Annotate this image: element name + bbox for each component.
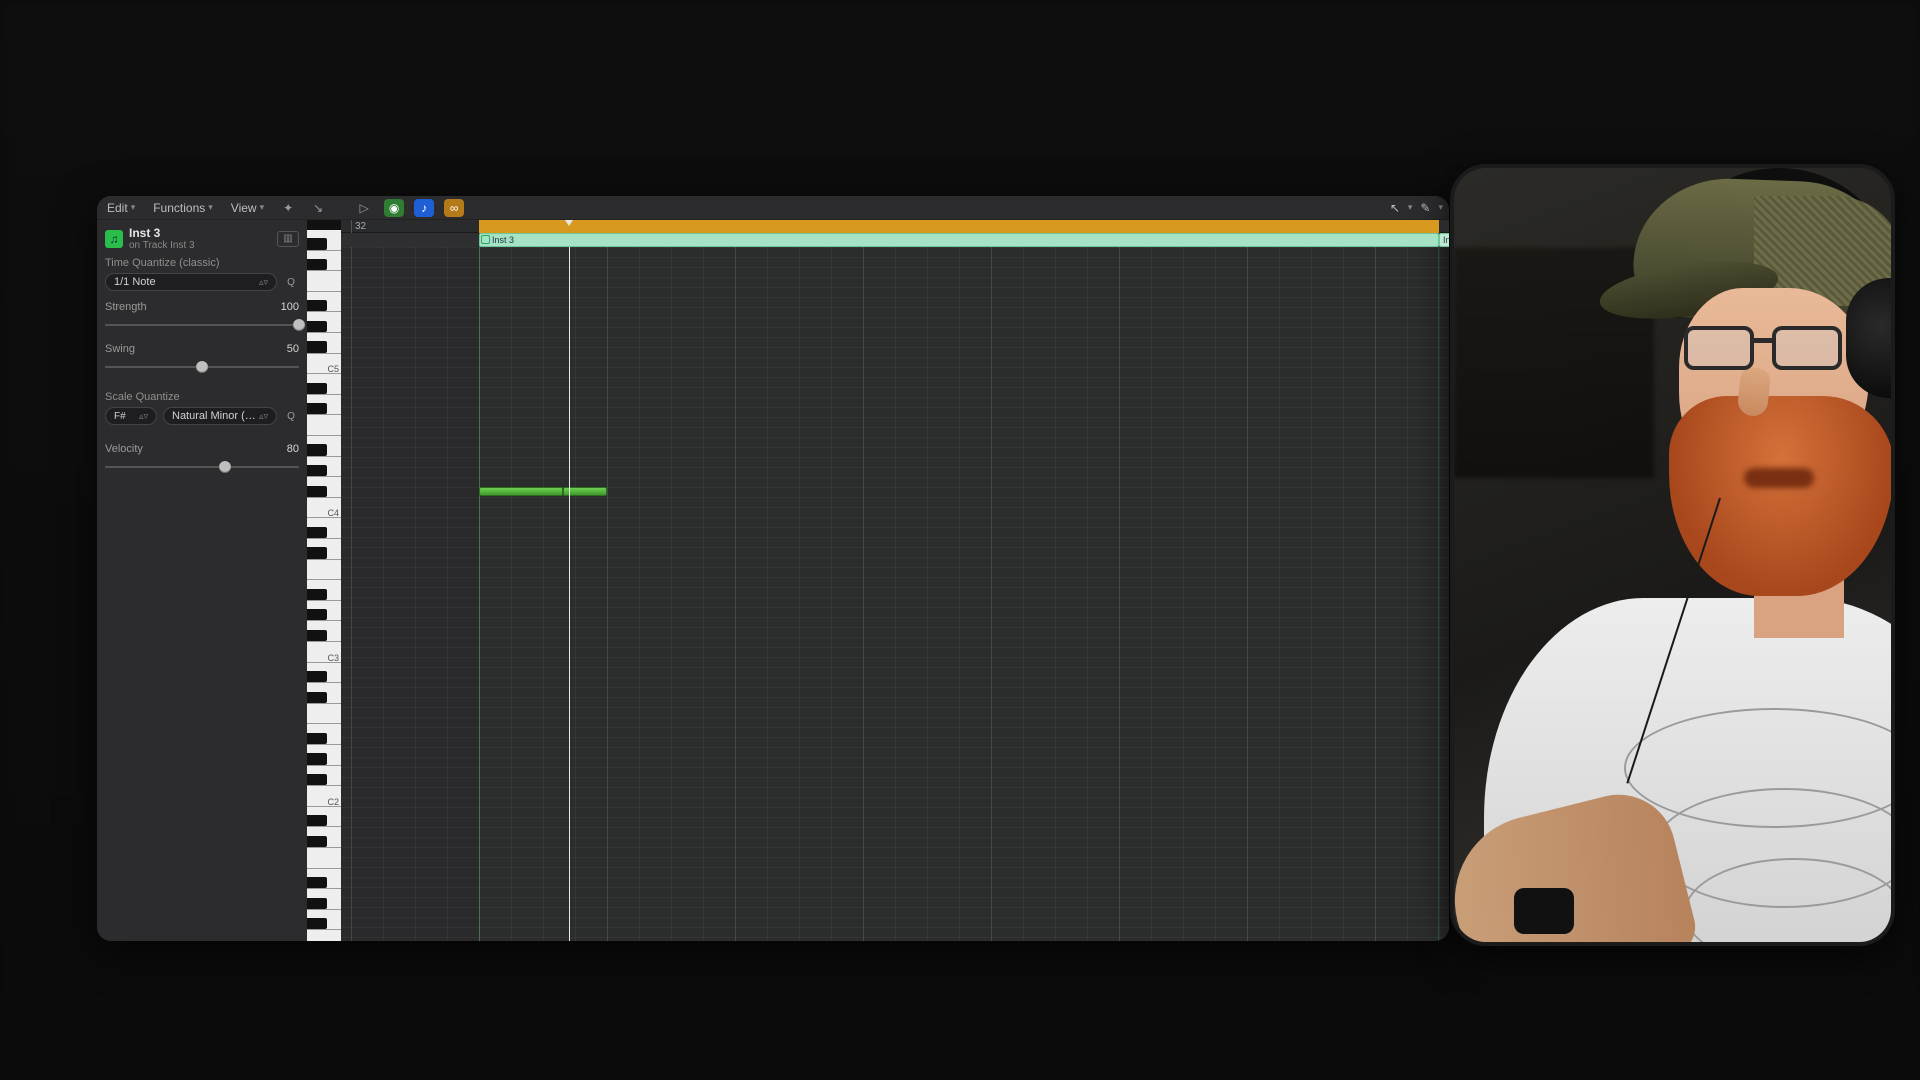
velocity-value: 80 — [287, 443, 299, 455]
time-quantize-label: Time Quantize (classic) — [105, 257, 299, 269]
octave-label: C5 — [327, 364, 339, 374]
editor-toolbar: Edit ▾ Functions ▾ View ▾ ✦ ↘ ▷ ◉ ♪ ∞ ↖ … — [97, 196, 1449, 220]
piano-keyboard[interactable]: C5C4C3C2C1 — [307, 220, 341, 941]
swing-slider[interactable] — [105, 359, 299, 375]
midi-note[interactable] — [479, 487, 563, 496]
time-quantize-value: 1/1 Note — [114, 276, 156, 288]
menu-functions-label: Functions — [153, 201, 205, 215]
menu-view[interactable]: View ▾ — [227, 199, 268, 217]
chevron-updown-icon: ▵▿ — [259, 411, 268, 422]
ruler-bar-number: 32 — [351, 220, 366, 233]
menu-edit-label: Edit — [107, 201, 128, 215]
region-header-loop[interactable]: Inst 3 — [1439, 233, 1449, 247]
piano-roll-editor: Edit ▾ Functions ▾ View ▾ ✦ ↘ ▷ ◉ ♪ ∞ ↖ … — [97, 196, 1449, 941]
collapse-icon[interactable]: ↘ — [308, 199, 328, 217]
time-quantize-select[interactable]: 1/1 Note ▵▿ — [105, 273, 277, 291]
octave-label: C2 — [327, 797, 339, 807]
region-header[interactable]: Inst 3 — [479, 233, 1439, 247]
automation-toggle-icon[interactable]: ✦ — [278, 199, 298, 217]
menu-view-label: View — [231, 201, 257, 215]
chevron-updown-icon: ▵▿ — [259, 277, 268, 288]
chevron-down-icon: ▾ — [260, 202, 265, 213]
midi-out-toggle[interactable]: ♪ — [414, 199, 434, 217]
velocity-slider[interactable] — [105, 459, 299, 475]
scale-quantize-button[interactable]: Q — [283, 408, 299, 424]
loop-range[interactable] — [479, 220, 1439, 233]
region-strip[interactable]: Inst 3Inst 3 — [341, 233, 1449, 247]
inspector-view-toggle[interactable]: ▥ — [277, 231, 299, 247]
velocity-label: Velocity — [105, 443, 143, 455]
bar-ruler[interactable]: 323334353637383940 — [341, 220, 1449, 233]
tool-selector[interactable]: ↖ ▾ ✎ ▾ — [1390, 201, 1443, 215]
region-inspector: ♫ Inst 3 on Track Inst 3 ▥ Time Quantize… — [97, 220, 307, 941]
strength-label: Strength — [105, 301, 147, 313]
scale-key-value: F# — [114, 411, 126, 422]
midi-note[interactable] — [563, 487, 607, 496]
webcam-person — [1454, 168, 1891, 942]
playhead[interactable] — [569, 247, 570, 941]
chevron-updown-icon: ▵▿ — [139, 411, 148, 422]
region-subtitle: on Track Inst 3 — [129, 240, 195, 251]
webcam-overlay — [1450, 164, 1895, 946]
octave-label: C3 — [327, 653, 339, 663]
quantize-button[interactable]: Q — [283, 274, 299, 290]
strength-slider[interactable] — [105, 317, 299, 333]
catch-playhead-icon[interactable]: ▷ — [354, 199, 374, 217]
midi-in-toggle[interactable]: ◉ — [384, 199, 404, 217]
chevron-down-icon: ▾ — [1408, 202, 1413, 213]
midi-region-icon: ♫ — [105, 230, 123, 248]
link-toggle[interactable]: ∞ — [444, 199, 464, 217]
region-name: Inst 3 — [129, 226, 195, 240]
scale-quantize-label: Scale Quantize — [105, 391, 299, 403]
strength-value: 100 — [281, 301, 299, 313]
note-area[interactable] — [341, 247, 1449, 941]
menu-edit[interactable]: Edit ▾ — [103, 199, 139, 217]
pencil-tool-icon[interactable]: ✎ — [1420, 201, 1430, 215]
chevron-down-icon: ▾ — [1438, 202, 1443, 213]
scale-key-select[interactable]: F# ▵▿ — [105, 407, 157, 425]
chevron-down-icon: ▾ — [131, 202, 136, 213]
swing-value: 50 — [287, 343, 299, 355]
octave-label: C4 — [327, 508, 339, 518]
menu-functions[interactable]: Functions ▾ — [149, 199, 217, 217]
piano-roll-grid[interactable]: 323334353637383940 Inst 3Inst 3 — [341, 220, 1449, 941]
swing-label: Swing — [105, 343, 135, 355]
chevron-down-icon: ▾ — [208, 202, 213, 213]
scale-mode-select[interactable]: Natural Minor (… ▵▿ — [163, 407, 277, 425]
scale-mode-value: Natural Minor (… — [172, 410, 256, 422]
pointer-tool-icon[interactable]: ↖ — [1390, 201, 1400, 215]
